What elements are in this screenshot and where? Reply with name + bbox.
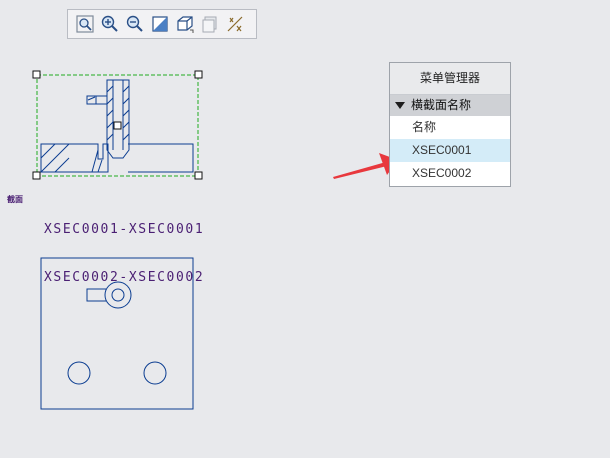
repaint-icon	[151, 16, 168, 32]
zoom-out-icon	[126, 15, 143, 32]
display-style-button[interactable]	[172, 12, 197, 36]
section-line-1: XSEC0001-XSEC0001	[44, 222, 205, 237]
view-toolbar	[67, 9, 257, 39]
menu-section-header[interactable]: 横截面名称	[390, 95, 510, 116]
zoom-fit-icon	[75, 15, 94, 33]
collapse-triangle-icon[interactable]	[395, 102, 405, 109]
section-boss	[106, 79, 130, 159]
menu-item-name[interactable]: 名称	[390, 116, 510, 139]
selection-box[interactable]	[32, 70, 203, 180]
zoom-fit-button[interactable]	[72, 12, 97, 36]
zoom-in-button[interactable]	[97, 12, 122, 36]
menu-manager: 菜单管理器 横截面名称 名称 XSEC0001 XSEC0002	[389, 62, 511, 187]
section-names[interactable]: XSEC0001-XSEC0001 XSEC0002-XSEC0002	[44, 190, 204, 302]
selection-handle-bottom-right[interactable]	[194, 171, 203, 180]
selection-handle-bottom-left[interactable]	[32, 171, 41, 180]
datum-display-button[interactable]	[222, 12, 247, 36]
selection-handle-center[interactable]	[113, 121, 122, 130]
zoom-out-button[interactable]	[122, 12, 147, 36]
saved-views-button[interactable]	[197, 12, 222, 36]
menu-section-header-label: 横截面名称	[411, 98, 472, 112]
section-line-2: XSEC0002-XSEC0002	[44, 270, 205, 285]
datum-display-icon	[227, 16, 242, 32]
selection-handle-top-right[interactable]	[194, 70, 203, 79]
menu-item-xsec0001[interactable]: XSEC0001	[390, 139, 510, 162]
zoom-in-icon	[101, 15, 118, 32]
menu-item-xsec0002[interactable]: XSEC0002	[390, 162, 510, 185]
section-hatch-left	[40, 143, 70, 173]
repaint-button[interactable]	[147, 12, 172, 36]
menu-manager-title: 菜单管理器	[390, 63, 510, 95]
section-base-right	[128, 143, 194, 173]
selection-handle-top-left[interactable]	[32, 70, 41, 79]
top-view-hole-right	[143, 361, 167, 385]
section-arm	[86, 95, 108, 105]
section-label: 截面	[7, 195, 23, 204]
saved-views-icon	[202, 16, 216, 33]
top-view-hole-left	[67, 361, 91, 385]
display-style-icon	[176, 16, 193, 33]
